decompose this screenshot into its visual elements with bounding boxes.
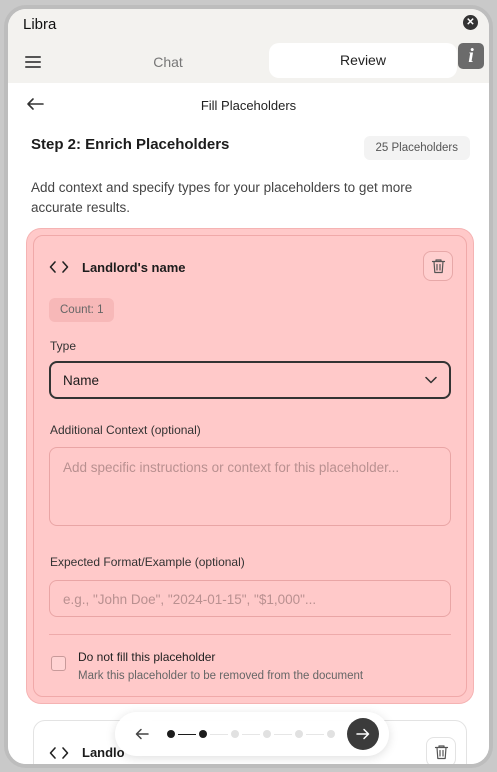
- context-label: Additional Context (optional): [50, 423, 201, 437]
- step-progress-dots: [167, 729, 347, 739]
- tab-bar: Chat Review i: [8, 40, 489, 83]
- context-placeholder: Add specific instructions or context for…: [63, 460, 400, 475]
- previous-step-button[interactable]: [125, 717, 159, 751]
- arrow-right-icon: [356, 728, 370, 740]
- page-title: Fill Placeholders: [200, 98, 297, 113]
- step-dot: [231, 730, 239, 738]
- step-connector: [210, 733, 228, 735]
- code-icon: [49, 261, 69, 273]
- arrow-left-icon: [135, 728, 149, 740]
- chevron-down-icon: [425, 376, 437, 384]
- code-icon: [49, 747, 69, 759]
- trash-icon: [431, 259, 446, 274]
- step-dot: [167, 730, 175, 738]
- close-icon[interactable]: ✕: [463, 15, 478, 30]
- step-connector: [274, 733, 292, 735]
- page-header: Fill Placeholders: [8, 83, 489, 127]
- step-connector: [178, 733, 196, 735]
- step-dot: [295, 730, 303, 738]
- step-dot: [199, 730, 207, 738]
- skip-checkbox-label[interactable]: Do not fill this placeholder: [78, 650, 215, 664]
- step-connector: [242, 733, 260, 735]
- main-content: Fill Placeholders Step 2: Enrich Placeho…: [8, 83, 489, 764]
- app-window: Libra ✕ Chat Review i Fill Placeholders …: [4, 5, 493, 768]
- menu-icon[interactable]: [25, 56, 41, 68]
- app-title: Libra: [23, 16, 57, 33]
- occurrence-count: Count: 1: [49, 298, 115, 322]
- format-input[interactable]: e.g., "John Doe", "2024-01-15", "$1,000"…: [49, 580, 451, 617]
- step-connector: [306, 733, 324, 735]
- type-select[interactable]: Name: [49, 361, 451, 399]
- placeholder-name: Landlord's name: [82, 260, 186, 275]
- next-step-button[interactable]: [347, 718, 379, 750]
- format-label: Expected Format/Example (optional): [50, 555, 245, 569]
- next-placeholder-name: Landlo: [82, 745, 125, 760]
- delete-button[interactable]: [423, 251, 453, 281]
- step-description: Add context and specify types for your p…: [31, 180, 413, 215]
- format-placeholder: e.g., "John Doe", "2024-01-15", "$1,000"…: [63, 592, 317, 607]
- divider: [49, 634, 451, 635]
- type-select-value: Name: [63, 373, 100, 388]
- skip-checkbox[interactable]: [51, 656, 66, 671]
- placeholder-count-badge: 25 Placeholders: [363, 136, 470, 160]
- tab-review[interactable]: Review: [269, 43, 457, 78]
- context-textarea[interactable]: Add specific instructions or context for…: [49, 447, 451, 526]
- placeholder-card: Landlord's name Count: 1 Type Name Addit…: [27, 229, 473, 703]
- placeholder-card-inner: Landlord's name Count: 1 Type Name Addit…: [33, 235, 467, 697]
- step-title: Step 2: Enrich Placeholders: [31, 136, 230, 153]
- title-bar: Libra ✕: [8, 9, 489, 40]
- tab-chat[interactable]: Chat: [68, 45, 268, 79]
- step-dot: [327, 730, 335, 738]
- delete-button[interactable]: [426, 737, 456, 764]
- skip-checkbox-help: Mark this placeholder to be removed from…: [78, 670, 364, 682]
- info-icon[interactable]: i: [458, 43, 484, 69]
- step-dot: [263, 730, 271, 738]
- trash-icon: [434, 745, 449, 760]
- step-navigator: [115, 712, 389, 756]
- type-label: Type: [50, 339, 77, 353]
